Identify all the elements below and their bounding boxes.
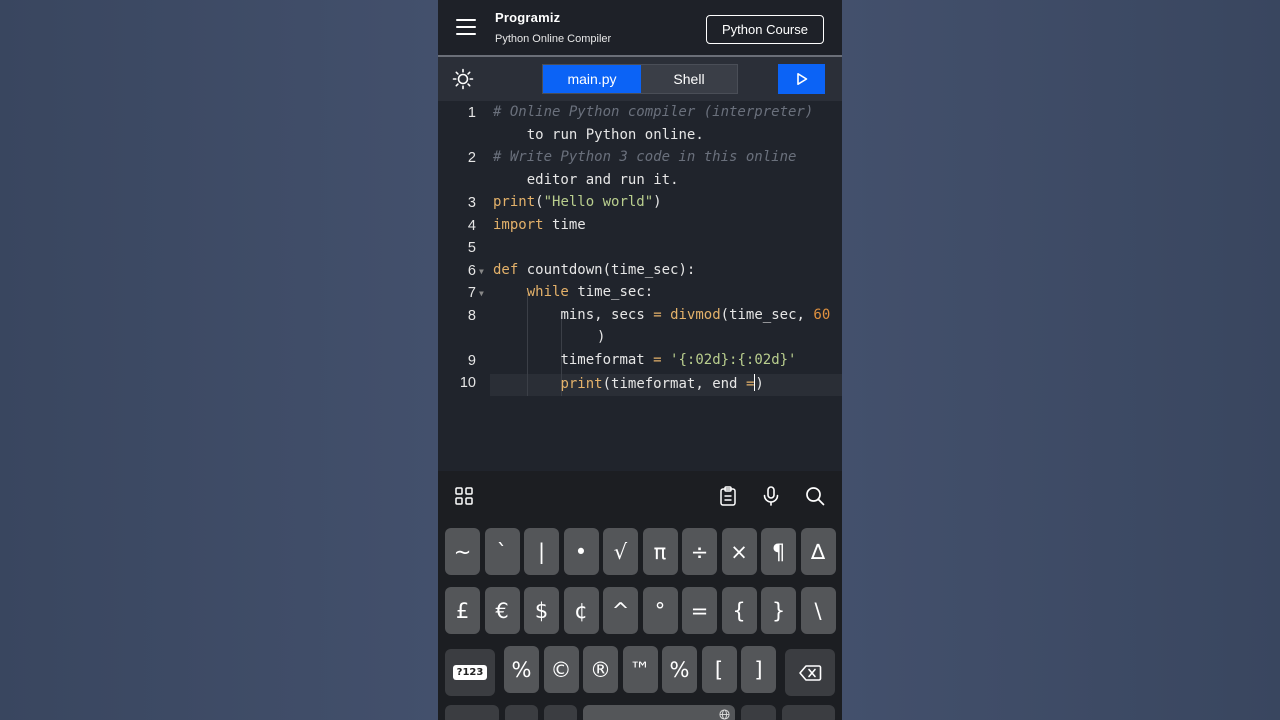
background-left [0, 0, 438, 720]
symbol-key[interactable]: ∆ [800, 528, 836, 575]
line-number: 8 [467, 307, 476, 324]
symbol-key[interactable]: [ [701, 646, 737, 693]
symbol-key[interactable]: © [543, 646, 579, 693]
symbol-key[interactable]: % [662, 646, 697, 693]
mode-switch-label: ?123 [452, 665, 488, 680]
line-number: 7 [467, 285, 476, 301]
symbol-key[interactable]: \ [800, 587, 836, 634]
symbol-key[interactable]: ~ [445, 528, 480, 575]
menu-icon[interactable] [456, 19, 476, 35]
line-number: 1 [467, 105, 476, 121]
fold-toggle-icon[interactable]: ▼ [479, 267, 484, 276]
line-number: 5 [467, 240, 476, 256]
symbol-key[interactable]: √ [603, 528, 638, 575]
keyboard-toolbar [438, 471, 842, 521]
code-text: print("Hello world") [493, 194, 662, 210]
bottom-key[interactable] [445, 705, 499, 720]
symbol-key[interactable]: { [721, 587, 757, 634]
code-text: # Online Python compiler (interpreter) [493, 104, 814, 120]
logo[interactable]: Programiz [495, 10, 560, 25]
background-right [842, 0, 1280, 720]
python-course-button[interactable]: Python Course [706, 15, 824, 44]
symbol-keyboard: ~ ` | • √ π ÷ × ¶ ∆ £ € $ ¢ ^ ° ={} \ ?123 % © ® ™%[] [438, 521, 842, 720]
symbol-key[interactable]: | [524, 528, 559, 575]
symbol-key[interactable]: £ [445, 587, 480, 634]
symbol-key[interactable]: × [721, 528, 757, 575]
line-number: 6 [467, 262, 476, 279]
tab-main-py[interactable]: main.py [543, 65, 641, 93]
bottom-key[interactable] [741, 705, 776, 720]
search-icon[interactable] [804, 485, 826, 507]
code-text: ) [597, 329, 606, 345]
clipboard-icon[interactable] [717, 485, 739, 507]
code-text: print(timeformat, end =) [560, 374, 764, 392]
app-header: Programiz Python Online Compiler Python … [438, 0, 842, 56]
microphone-icon[interactable] [760, 485, 782, 507]
tab-shell[interactable]: Shell [641, 65, 737, 93]
line-number: 4 [467, 217, 476, 234]
code-text: # Write Python 3 code in this online [493, 149, 797, 165]
code-editor[interactable]: 1 # Online Python compiler (interpreter) … [438, 101, 842, 471]
mode-switch-key[interactable]: ?123 [445, 649, 495, 696]
symbol-key[interactable]: ^ [603, 587, 638, 634]
page-subtitle: Python Online Compiler [495, 33, 612, 45]
symbol-key[interactable]: € [484, 587, 520, 634]
line-number: 10 [459, 375, 476, 391]
code-text: mins, secs = divmod(time_sec, 60 [560, 306, 831, 323]
sun-icon[interactable] [452, 68, 474, 90]
symbol-key[interactable]: $ [524, 587, 559, 634]
apps-grid-icon[interactable] [453, 485, 475, 507]
line-number: 3 [467, 195, 476, 211]
symbol-key[interactable]: ` [484, 528, 520, 575]
symbol-key[interactable]: • [563, 528, 599, 575]
bottom-key[interactable] [782, 705, 835, 720]
code-text: editor and run it. [526, 171, 679, 188]
globe-icon [718, 709, 730, 720]
run-button[interactable] [778, 64, 825, 94]
code-text: timeformat = '{:02d}:{:02d}' [560, 351, 797, 368]
symbol-key[interactable]: % [504, 646, 539, 693]
line-number: 2 [467, 150, 476, 166]
play-icon [796, 73, 807, 85]
symbol-key[interactable]: ® [583, 646, 618, 693]
bottom-key[interactable] [505, 705, 538, 720]
symbol-key[interactable]: π [642, 528, 678, 575]
symbol-key[interactable]: ° [642, 587, 678, 634]
code-text: to run Python online. [526, 126, 704, 143]
editor-toolbar: main.py Shell [438, 57, 842, 101]
code-text: import time [493, 216, 586, 233]
code-text: def countdown(time_sec): [493, 261, 696, 278]
bottom-key[interactable] [544, 705, 577, 720]
space-key[interactable] [583, 705, 735, 720]
symbol-key[interactable]: ¢ [563, 587, 599, 634]
backspace-key[interactable] [785, 649, 835, 696]
fold-toggle-icon[interactable]: ▼ [479, 289, 484, 298]
code-text: while time_sec: [526, 284, 654, 300]
line-number: 9 [467, 352, 476, 369]
symbol-key[interactable]: } [761, 587, 796, 634]
symbol-key[interactable]: ¶ [761, 528, 796, 575]
phone-screen: Programiz Python Online Compiler Python … [438, 0, 842, 720]
symbol-key[interactable]: ™ [622, 646, 658, 693]
backspace-icon [799, 664, 822, 681]
file-tabs: main.py Shell [542, 64, 738, 94]
symbol-key[interactable]: = [682, 587, 717, 634]
symbol-key[interactable]: ÷ [682, 528, 717, 575]
symbol-key[interactable]: ] [741, 646, 776, 693]
